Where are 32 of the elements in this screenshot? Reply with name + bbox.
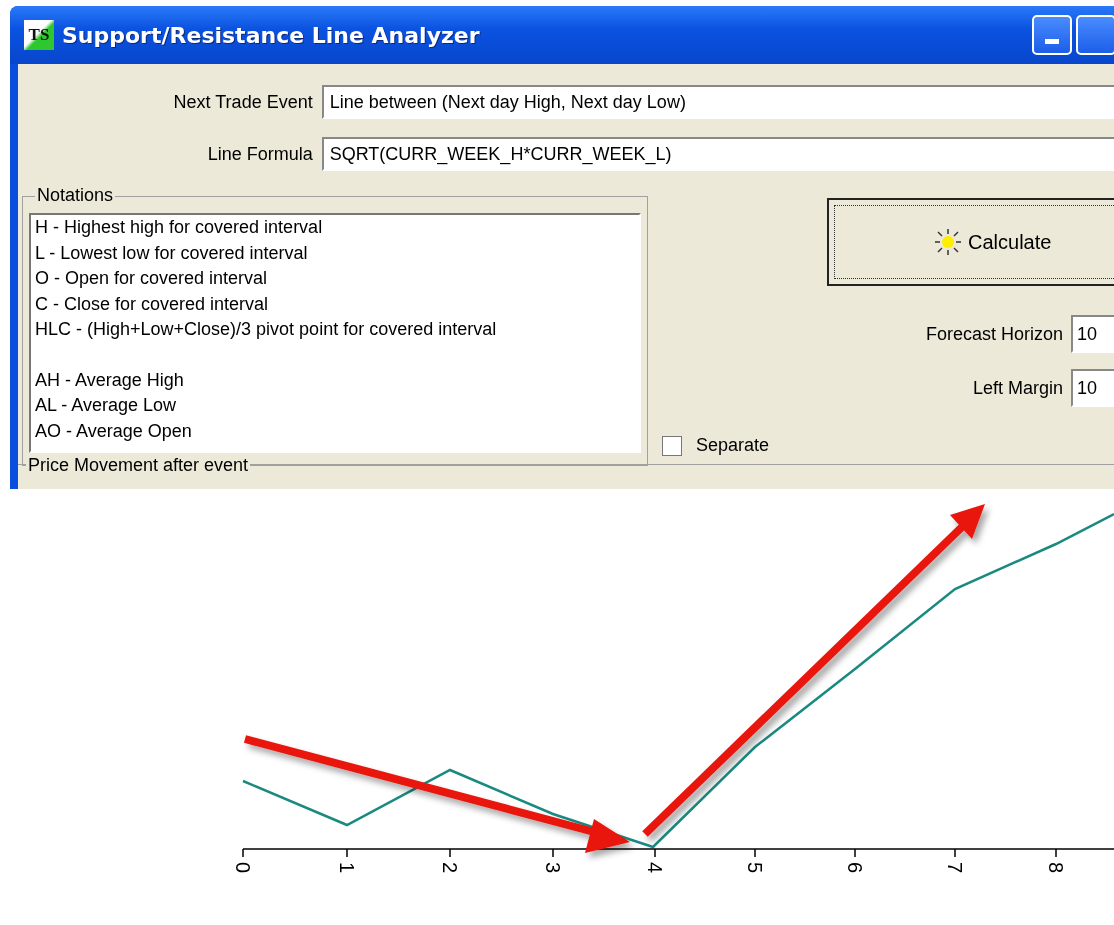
axis-label: 2 [439,862,461,874]
separate-checkbox[interactable] [662,435,682,456]
number-field[interactable]: 10 [1071,369,1114,407]
number-field[interactable]: 10 [1071,315,1114,353]
text-field[interactable]: Line between (Next day High, Next day Low) [321,85,1114,119]
checkbox-label: Separate [696,435,770,456]
notation-line: AO - Average Open [35,419,193,443]
field-label: Next Trade Event [172,91,313,113]
axis-label: 1 [336,862,358,874]
notation-line: AL - Average Low [35,394,178,417]
axis-label: 6 [844,862,866,874]
minimize-button[interactable] [1032,15,1072,55]
axis-label: 8 [1045,862,1067,874]
text-field[interactable]: SQRT(CURR_WEEK_H*CURR_WEEK_L) [321,137,1114,171]
axis-label: 3 [542,862,564,874]
axis-label: 5 [744,862,766,874]
notation-line: L - Lowest low for covered interval [35,241,309,265]
notation-line: AH - Average High [35,368,185,392]
setting-label: Left Margin [971,377,1063,399]
axis-label: 7 [944,862,966,874]
axis-label: 4 [644,862,666,874]
window-title: Support/Resistance Line Analyzer [62,22,481,48]
field-label: Line Formula [206,143,313,165]
axis-label: 0 [232,862,254,874]
notation-line: HLC - (High+Low+Close)/3 pivot point for covered interval [35,318,498,341]
calculate-button[interactable]: Calculate [827,198,1114,286]
setting-label: Forecast Horizon [924,323,1063,345]
sun-icon [934,228,962,256]
notation-line: C - Close for covered interval [35,292,270,316]
notation-line: O - Open for covered interval [35,267,269,290]
notation-line: H - Highest high for covered interval [35,216,324,239]
app-icon: TS [24,20,54,50]
